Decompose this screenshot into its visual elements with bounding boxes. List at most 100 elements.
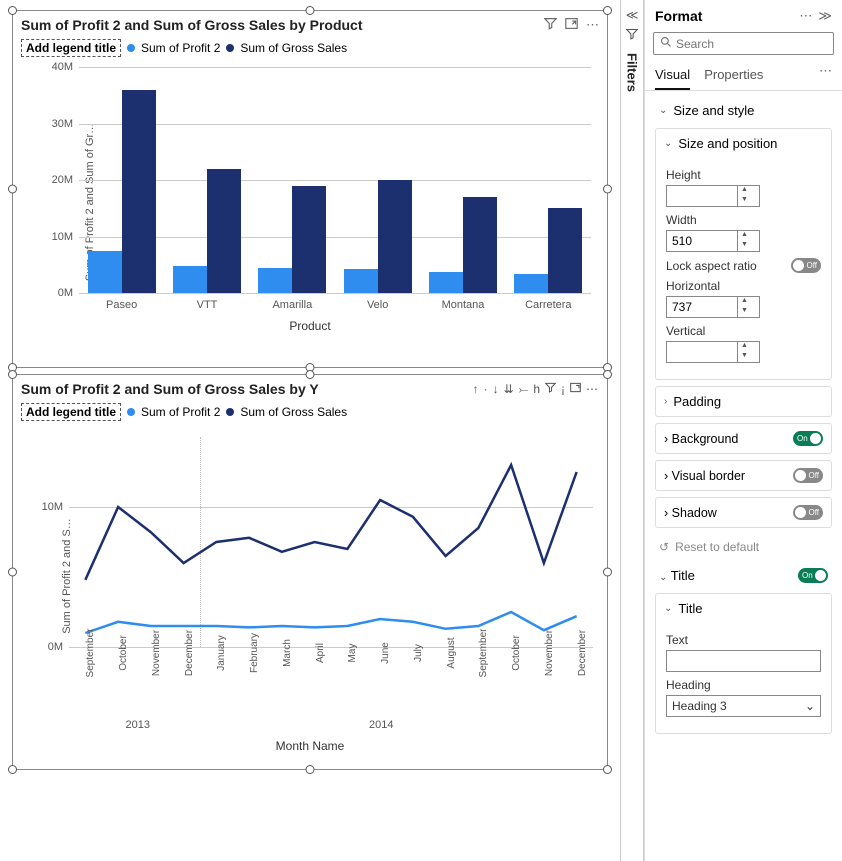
- resize-handle[interactable]: [306, 6, 315, 15]
- y-tick: 10M: [39, 231, 73, 243]
- field-label: Horizontal: [666, 279, 821, 293]
- filters-pane-collapsed[interactable]: ≪ Filters: [620, 0, 644, 861]
- resize-handle[interactable]: [603, 370, 612, 379]
- vertical-input[interactable]: ▲▼: [666, 341, 760, 363]
- legend-swatch: [226, 44, 234, 52]
- resize-handle[interactable]: [8, 185, 17, 194]
- spin-down-icon[interactable]: ▼: [738, 196, 751, 206]
- horizontal-input[interactable]: ▲▼: [666, 296, 760, 318]
- bar[interactable]: [429, 272, 463, 293]
- bar[interactable]: [463, 197, 497, 293]
- chevron-right-icon: ›: [664, 432, 668, 446]
- bar[interactable]: [514, 274, 548, 293]
- bar[interactable]: [258, 268, 292, 293]
- card-shadow[interactable]: › Shadow Off: [655, 497, 832, 528]
- more-options-icon[interactable]: ⋯: [586, 17, 599, 33]
- collapse-left-icon[interactable]: ≪: [626, 8, 639, 22]
- legend-title-input[interactable]: Add legend title: [21, 39, 121, 57]
- spin-up-icon[interactable]: ▲: [738, 342, 751, 352]
- pin-icon[interactable]: ¡: [560, 382, 566, 396]
- x-tick: November: [151, 630, 162, 676]
- format-pane: Format ⋯ ≫ Visual Properties ⋯ ⌄Size and…: [644, 0, 842, 861]
- bar[interactable]: [344, 269, 378, 293]
- line-series[interactable]: [85, 465, 576, 580]
- bar[interactable]: [292, 186, 326, 293]
- spin-down-icon[interactable]: ▼: [738, 241, 751, 251]
- drill-down-icon[interactable]: ↓: [492, 382, 500, 396]
- visual-border-toggle[interactable]: Off: [793, 468, 823, 483]
- x-tick: April: [315, 643, 326, 663]
- title-text-input[interactable]: [666, 650, 821, 672]
- bar[interactable]: [378, 180, 412, 293]
- resize-handle[interactable]: [8, 765, 17, 774]
- legend-swatch: [127, 44, 135, 52]
- resize-handle[interactable]: [306, 370, 315, 379]
- width-input[interactable]: ▲▼: [666, 230, 760, 252]
- section-size-style[interactable]: ⌄Size and style: [649, 95, 838, 122]
- spin-up-icon[interactable]: ▲: [738, 231, 751, 241]
- card-header[interactable]: ⌄Title: [656, 594, 831, 623]
- filter-pane-icon[interactable]: [626, 28, 638, 43]
- tab-properties[interactable]: Properties: [704, 63, 763, 90]
- bar[interactable]: [548, 208, 582, 293]
- field-label: Width: [666, 213, 821, 227]
- more-options-icon[interactable]: ⋯: [799, 8, 812, 24]
- heading-select[interactable]: Heading 3⌄: [666, 695, 821, 717]
- bar[interactable]: [88, 251, 122, 293]
- x-tick: Amarilla: [272, 299, 312, 311]
- background-toggle[interactable]: On: [793, 431, 823, 446]
- field-label: Text: [666, 633, 821, 647]
- x-tick: May: [347, 644, 358, 663]
- filter-icon[interactable]: [544, 17, 557, 33]
- bar[interactable]: [173, 266, 207, 293]
- more-options-icon[interactable]: ⋯: [819, 63, 832, 90]
- more-options-icon[interactable]: ⋯: [585, 382, 599, 396]
- search-input[interactable]: [676, 37, 831, 51]
- height-input[interactable]: ▲▼: [666, 185, 760, 207]
- spin-up-icon[interactable]: ▲: [738, 186, 751, 196]
- legend-label: Sum of Gross Sales: [240, 41, 347, 55]
- legend-swatch: [226, 408, 234, 416]
- focus-mode-icon[interactable]: [569, 382, 582, 396]
- year-label: 2014: [369, 719, 393, 731]
- resize-handle[interactable]: [306, 765, 315, 774]
- resize-handle[interactable]: [603, 568, 612, 577]
- y-tick: 20M: [39, 174, 73, 186]
- bar-chart-visual[interactable]: Sum of Profit 2 and Sum of Gross Sales b…: [12, 10, 608, 368]
- section-title[interactable]: ⌄ Title On: [649, 560, 838, 587]
- resize-handle[interactable]: [8, 6, 17, 15]
- drill-mode-icon[interactable]: h: [532, 382, 541, 396]
- bar[interactable]: [122, 90, 156, 293]
- expand-pane-icon[interactable]: ≫: [818, 8, 832, 24]
- tab-visual[interactable]: Visual: [655, 63, 690, 90]
- resize-handle[interactable]: [8, 370, 17, 379]
- bar[interactable]: [207, 169, 241, 293]
- report-canvas[interactable]: Sum of Profit 2 and Sum of Gross Sales b…: [0, 0, 620, 861]
- format-search[interactable]: [653, 32, 834, 55]
- legend-title-input[interactable]: Add legend title: [21, 403, 121, 421]
- lock-aspect-toggle[interactable]: Off: [791, 258, 821, 273]
- spin-down-icon[interactable]: ▼: [738, 307, 751, 317]
- expand-all-icon[interactable]: ⤚: [518, 382, 530, 397]
- hierarchy-icon[interactable]: ⇊: [503, 382, 515, 396]
- focus-mode-icon[interactable]: [565, 17, 578, 33]
- spin-down-icon[interactable]: ▼: [738, 352, 751, 362]
- card-header[interactable]: ⌄Size and position: [656, 129, 831, 158]
- card-background[interactable]: › Background On: [655, 423, 832, 454]
- spin-up-icon[interactable]: ▲: [738, 297, 751, 307]
- resize-handle[interactable]: [8, 568, 17, 577]
- shadow-toggle[interactable]: Off: [793, 505, 823, 520]
- card-padding[interactable]: ›Padding: [655, 386, 832, 417]
- resize-handle[interactable]: [603, 185, 612, 194]
- line-chart-visual[interactable]: Sum of Profit 2 and Sum of Gross Sales b…: [12, 374, 608, 770]
- drill-up-icon[interactable]: ↑: [472, 382, 480, 396]
- filter-icon[interactable]: [544, 382, 557, 396]
- bar-chart-plot: Sum of Profit 2 and Sum of Gr… 0M10M20M3…: [13, 63, 607, 341]
- title-section-toggle[interactable]: On: [798, 568, 828, 583]
- resize-handle[interactable]: [603, 6, 612, 15]
- reset-to-default[interactable]: ↺Reset to default: [649, 534, 838, 560]
- resize-handle[interactable]: [603, 765, 612, 774]
- field-label: Lock aspect ratio: [666, 259, 757, 273]
- card-visual-border[interactable]: › Visual border Off: [655, 460, 832, 491]
- x-tick: January: [216, 635, 227, 671]
